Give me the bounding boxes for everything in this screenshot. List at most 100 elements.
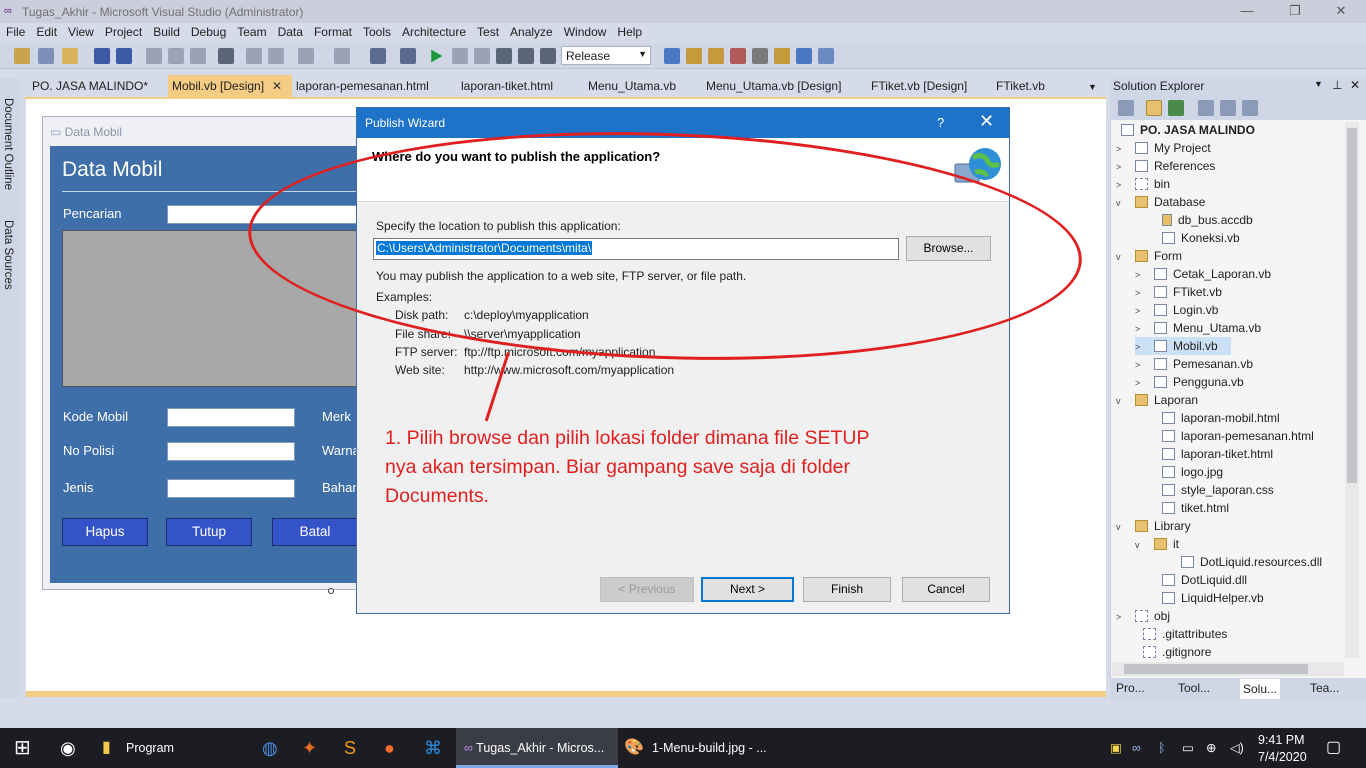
tree-node[interactable]: v Library — [1116, 517, 1191, 535]
extension-manager-icon[interactable] — [796, 48, 812, 64]
action-center-icon[interactable]: ▢ — [1326, 728, 1341, 768]
command-window-icon[interactable] — [818, 48, 834, 64]
clock-date[interactable]: 7/4/2020 — [1258, 749, 1307, 765]
scrollbar-thumb[interactable] — [1347, 128, 1357, 483]
sublime-text-icon[interactable]: S — [344, 728, 356, 768]
copy-icon[interactable] — [168, 48, 184, 64]
menu-file[interactable]: File — [0, 23, 30, 39]
view-code-icon[interactable] — [1198, 100, 1214, 116]
start-page-icon[interactable] — [774, 48, 790, 64]
class-diagram-icon[interactable] — [1242, 100, 1258, 116]
panel-menu-icon[interactable]: ▼ — [1314, 79, 1323, 89]
tree-node[interactable]: > obj — [1116, 607, 1170, 625]
tree-node[interactable]: v it — [1135, 535, 1179, 553]
battery-icon[interactable]: ▭ — [1182, 728, 1194, 768]
close-window-button[interactable]: ✕ — [1318, 0, 1364, 23]
navigate-forward-icon[interactable] — [400, 48, 416, 64]
pin-icon[interactable]: ⊥ — [1332, 78, 1342, 92]
notification-icon[interactable]: ▣ — [1110, 728, 1122, 768]
undo-icon[interactable] — [298, 48, 314, 64]
panel-close-icon[interactable]: ✕ — [1350, 78, 1360, 92]
stop-icon[interactable] — [474, 48, 490, 64]
solution-configuration-select[interactable]: Release ▼ — [561, 46, 651, 65]
resize-handle[interactable] — [328, 588, 334, 594]
tab-ftiket[interactable]: FTiket.vb — [996, 75, 1045, 97]
previous-button[interactable]: < Previous — [600, 577, 694, 602]
tab-po-jasa-malindo[interactable]: PO. JASA MALINDO* — [32, 75, 148, 97]
chrome-icon[interactable]: ◍ — [262, 728, 278, 768]
menu-test[interactable]: Test — [471, 23, 504, 39]
menu-debug[interactable]: Debug — [185, 23, 231, 39]
tree-node[interactable]: v Laporan — [1116, 391, 1198, 409]
properties-icon[interactable] — [708, 48, 724, 64]
tree-node[interactable]: > My Project — [1116, 139, 1211, 157]
tab-laporan-pemesanan[interactable]: laporan-pemesanan.html — [296, 75, 429, 97]
tab-laporan-tiket[interactable]: laporan-tiket.html — [461, 75, 553, 97]
tab-ftiket-design[interactable]: FTiket.vb [Design] — [871, 75, 967, 97]
save-all-icon[interactable] — [116, 48, 132, 64]
menu-view[interactable]: View — [62, 23, 99, 39]
dialog-close-icon[interactable]: ✕ — [979, 111, 994, 132]
tree-node[interactable]: > Pemesanan.vb — [1135, 355, 1253, 373]
vscode-icon[interactable]: ⌘ — [424, 728, 442, 768]
kode-mobil-input[interactable] — [167, 408, 295, 427]
show-all-files-icon[interactable] — [1146, 100, 1162, 116]
new-project-icon[interactable] — [14, 48, 30, 64]
next-button[interactable]: Next > — [701, 577, 794, 602]
tree-node[interactable]: > bin — [1116, 175, 1170, 193]
tree-node[interactable]: .gitattributes — [1143, 625, 1227, 643]
menu-analyze[interactable]: Analyze — [504, 23, 558, 39]
tab-team-explorer[interactable]: Tea... — [1310, 681, 1339, 695]
toolbox-icon[interactable] — [752, 48, 768, 64]
tree-node[interactable]: DotLiquid.resources.dll — [1181, 553, 1322, 571]
tree-node[interactable]: > Cetak_Laporan.vb — [1135, 265, 1271, 283]
print-icon[interactable] — [218, 48, 234, 64]
tree-node[interactable]: logo.jpg — [1162, 463, 1223, 481]
open-file-icon[interactable] — [62, 48, 78, 64]
bluetooth-icon[interactable]: ᛒ — [1158, 728, 1166, 768]
tree-node[interactable]: > FTiket.vb — [1135, 283, 1222, 301]
volume-icon[interactable]: ◁) — [1230, 728, 1244, 768]
tree-node[interactable]: v Database — [1116, 193, 1205, 211]
network-icon[interactable]: ⊕ — [1206, 728, 1216, 768]
no-polisi-input[interactable] — [167, 442, 295, 461]
tree-node[interactable]: laporan-pemesanan.html — [1162, 427, 1314, 445]
find-in-files-icon[interactable] — [664, 48, 680, 64]
tree-node[interactable]: laporan-tiket.html — [1162, 445, 1273, 463]
navigate-backward-icon[interactable] — [370, 48, 386, 64]
object-browser-icon[interactable] — [730, 48, 746, 64]
app-icon[interactable]: ✦ — [302, 728, 317, 768]
data-sources-tab[interactable]: Data Sources — [2, 220, 14, 290]
view-designer-icon[interactable] — [1220, 100, 1236, 116]
add-item-icon[interactable] — [38, 48, 54, 64]
step-over-icon[interactable] — [518, 48, 534, 64]
windows-start-icon[interactable]: ⊞ — [14, 728, 31, 768]
paste-icon[interactable] — [190, 48, 206, 64]
tab-menu-utama[interactable]: Menu_Utama.vb — [588, 75, 676, 97]
menu-build[interactable]: Build — [147, 23, 185, 39]
menu-window[interactable]: Window — [558, 23, 612, 39]
comment-icon[interactable] — [246, 48, 262, 64]
help-button[interactable]: ? — [937, 115, 944, 130]
tutup-button[interactable]: Tutup — [166, 518, 252, 546]
document-outline-tab[interactable]: Document Outline — [2, 98, 14, 190]
step-out-icon[interactable] — [540, 48, 556, 64]
horizontal-scrollbar-thumb[interactable] — [1124, 664, 1308, 674]
menu-help[interactable]: Help — [611, 23, 647, 39]
pause-icon[interactable] — [452, 48, 468, 64]
menu-edit[interactable]: Edit — [30, 23, 62, 39]
cut-icon[interactable] — [146, 48, 162, 64]
uncomment-icon[interactable] — [268, 48, 284, 64]
restore-button[interactable]: ❐ — [1272, 0, 1318, 23]
tab-menu-utama-design[interactable]: Menu_Utama.vb [Design] — [706, 75, 841, 97]
finish-button[interactable]: Finish — [803, 577, 891, 602]
tree-node[interactable]: Koneksi.vb — [1162, 229, 1240, 247]
close-tab-icon[interactable]: ✕ — [272, 75, 282, 97]
tree-node-solution[interactable]: PO. JASA MALINDO — [1121, 121, 1255, 139]
menu-tools[interactable]: Tools — [357, 23, 396, 39]
postman-icon[interactable]: ● — [384, 728, 395, 768]
tree-node[interactable]: db_bus.accdb — [1162, 211, 1253, 229]
hapus-button[interactable]: Hapus — [62, 518, 148, 546]
tree-node[interactable]: tiket.html — [1162, 499, 1229, 517]
menu-format[interactable]: Format — [308, 23, 357, 39]
